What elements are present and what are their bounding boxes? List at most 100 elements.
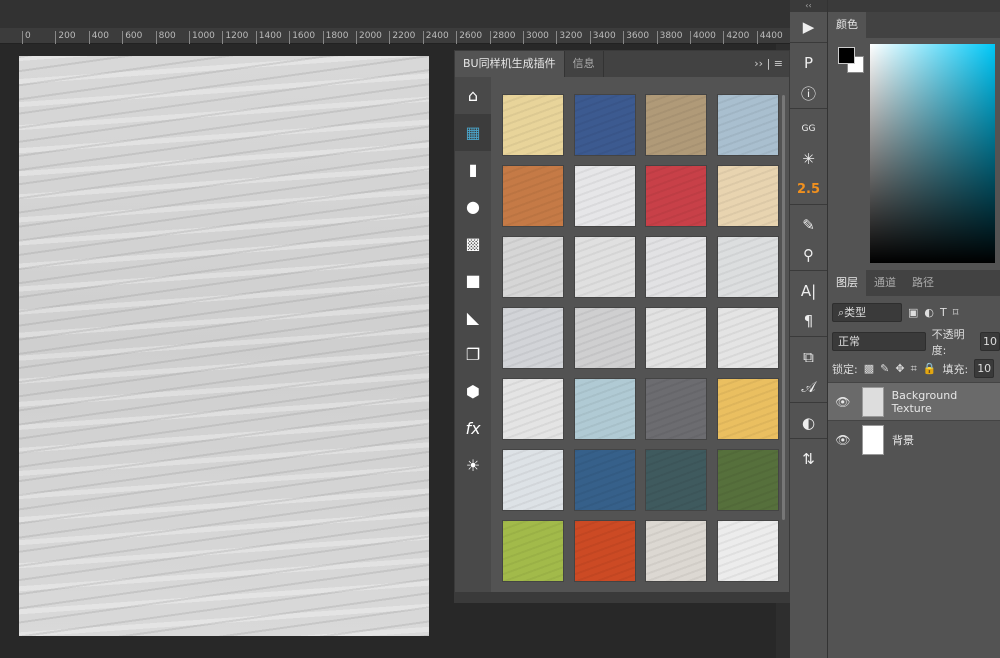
panel-resize-handle[interactable] [455,592,789,602]
texture-tile[interactable] [502,165,564,227]
ruler-tick-label: 4200 [723,31,749,44]
sparkle-icon[interactable]: ✳ [790,144,827,174]
texture-tile[interactable] [573,520,636,582]
texture-tile[interactable] [716,94,779,156]
shape-icon[interactable]: ■ [455,262,491,299]
lock-all-icon[interactable]: 🔒 [923,362,937,375]
texture-tile[interactable] [645,94,707,156]
visibility-eye-icon[interactable]: 👁 [828,433,858,447]
character-icon[interactable]: A| [790,276,827,306]
foreground-color-swatch[interactable] [838,47,855,64]
tab-color[interactable]: 颜色 [828,12,866,38]
plugin-sidebar: ⌂ ▦ ▮ ● ▩ ■ ◣ ❐ ⬢ fx ☀ [455,77,491,602]
blend-mode-select[interactable]: 正常 [832,332,926,351]
texture-tile[interactable] [645,236,707,298]
texture-tile[interactable] [502,378,564,440]
texture-tile[interactable] [716,378,779,440]
collapse-icon[interactable]: ‹‹ [790,0,827,12]
ruler-tick-label: 3800 [656,31,683,44]
ruler-tick-label: 3400 [589,31,616,44]
cube-icon[interactable]: ⬢ [455,373,491,410]
scroll-icon[interactable]: ◣ [455,299,491,336]
collapsed-panel-strip: ‹‹ ▶ Pⓘ GG ✳ 2.5 ✎ ⚲ A| ¶ ⧉ 𝒜 ◐ ⇅ [790,0,828,658]
tab-paths[interactable]: 路径 [904,270,942,296]
checker-icon[interactable]: ▩ [455,225,491,262]
adjust-tool-icon[interactable]: ⚲ [790,240,827,270]
ruler-tick-label: 2800 [489,31,516,44]
3d-icon[interactable]: ⧉ [790,342,827,372]
texture-tile[interactable] [573,449,636,511]
layer-row-background-texture[interactable]: 👁 Background Texture [828,382,1000,420]
panel-menu-icon[interactable]: ›› | ≡ [754,51,783,77]
fill-input[interactable]: 10 [974,359,995,378]
layer-row-background[interactable]: 👁 背景 [828,420,1000,458]
texture-tile[interactable] [716,449,779,511]
lock-move-icon[interactable]: ✥ [895,362,904,375]
layer-name[interactable]: 背景 [892,432,914,448]
history-icon[interactable]: ⇅ [790,444,827,474]
texture-grid-icon[interactable]: ▦ [455,114,491,151]
texture-tile[interactable] [645,165,707,227]
lock-transparent-icon[interactable]: ▩ [864,362,874,375]
texture-tile[interactable] [573,378,636,440]
texture-plugin-panel: BU同样机生成插件 信息 ›› | ≡ ⌂ ▦ ▮ ● ▩ ■ ◣ ❐ ⬢ fx ☀ [454,50,790,603]
grid-scrollbar[interactable] [782,95,785,520]
texture-tile[interactable] [573,165,636,227]
texture-tile[interactable] [716,520,779,582]
frame-icon[interactable]: ❐ [455,336,491,373]
paragraph-icon[interactable]: ¶ [790,306,827,336]
texture-tile[interactable] [573,94,636,156]
texture-tile[interactable] [716,236,779,298]
texture-tile[interactable] [716,165,779,227]
filter-shape-icon[interactable]: ⌑ [953,306,959,319]
texture-tile[interactable] [645,307,707,369]
texture-tile[interactable] [502,236,564,298]
version-badge-icon[interactable]: 2.5 [790,174,827,204]
lock-artboard-icon[interactable]: ⌗ [911,362,917,376]
texture-tile[interactable] [645,520,707,582]
fx-icon[interactable]: fx [455,410,491,447]
texture-tile[interactable] [573,236,636,298]
texture-tile[interactable] [573,307,636,369]
lock-brush-icon[interactable]: ✎ [880,362,889,375]
layer-name[interactable]: Background Texture [892,389,1000,415]
document-icon[interactable]: ▮ [455,151,491,188]
ruler-tick-label: 2200 [389,31,415,44]
layer-filter-select[interactable]: ⌕类型 [832,302,902,322]
home-icon[interactable]: ⌂ [455,77,491,114]
plugin-p-icon[interactable]: P [790,48,827,78]
texture-tile[interactable] [645,449,707,511]
fill-label: 填充: [942,362,969,376]
texture-tile[interactable] [645,378,707,440]
canvas-marble-image[interactable] [19,56,429,636]
opacity-input[interactable]: 10 [980,332,1000,351]
info-icon[interactable]: ⓘ [790,78,827,108]
texture-tile[interactable] [502,94,564,156]
filter-image-icon[interactable]: ▣ [908,306,918,319]
filter-type-icon[interactable]: T [940,306,947,319]
ruler-tick-label: 4400 [756,31,783,44]
lock-label: 锁定: [832,362,858,376]
glyphs-icon[interactable]: 𝒜 [790,372,827,402]
color-picker-field[interactable] [870,44,995,263]
ruler-tick-label: 4000 [690,31,716,44]
texture-tile[interactable] [716,307,779,369]
tab-info[interactable]: 信息 [565,51,604,77]
play-action-icon[interactable]: ▶ [790,12,827,42]
drop-icon[interactable]: ● [455,188,491,225]
visibility-eye-icon[interactable]: 👁 [828,395,858,409]
sun-icon[interactable]: ☀ [455,447,491,484]
tab-bu-plugin[interactable]: BU同样机生成插件 [455,51,565,77]
texture-tile[interactable] [502,449,564,511]
brush-settings-icon[interactable]: ✎ [790,210,827,240]
texture-tile[interactable] [502,520,564,582]
tab-channels[interactable]: 通道 [866,270,904,296]
ruler-tick-label: 400 [88,31,109,44]
adjustments-icon[interactable]: ◐ [790,408,827,438]
options-bar [0,0,790,28]
texture-tile[interactable] [502,307,564,369]
gg-icon[interactable]: GG [790,114,827,144]
tab-layers[interactable]: 图层 [828,270,866,296]
filter-adjustment-icon[interactable]: ◐ [924,306,934,319]
ruler-tick-label: 2000 [356,31,382,44]
